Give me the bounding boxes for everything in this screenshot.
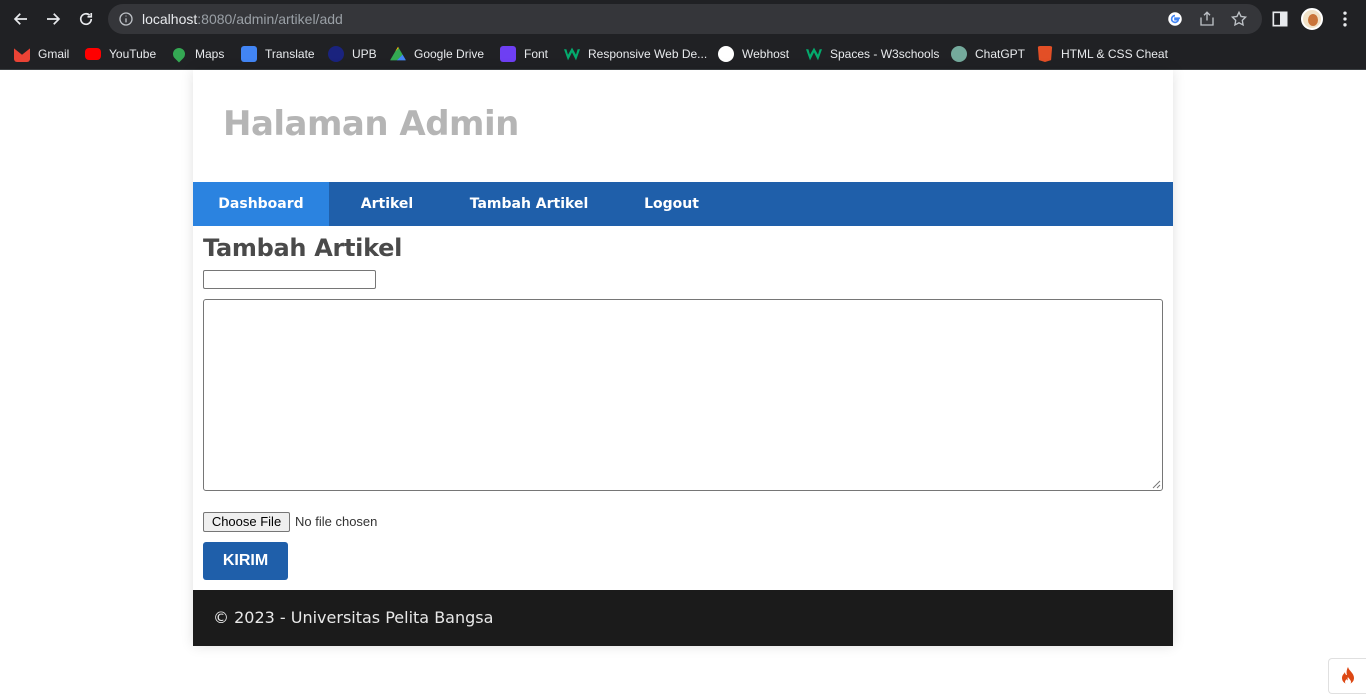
bookmark-html-css-cheat[interactable]: HTML & CSS Cheat (1037, 45, 1168, 63)
bookmark-youtube[interactable]: YouTube (85, 45, 156, 63)
bookmark-responsive-web[interactable]: Responsive Web De... (564, 45, 707, 63)
info-icon[interactable] (118, 11, 134, 27)
bookmark-webhost[interactable]: Webhost (718, 45, 789, 63)
bookmark-gmail[interactable]: Gmail (14, 45, 69, 63)
upb-icon (328, 46, 344, 62)
nav-logout[interactable]: Logout (613, 182, 730, 226)
font-icon (500, 46, 516, 62)
page-title: Halaman Admin (223, 104, 519, 144)
avatar[interactable] (1301, 8, 1323, 30)
submit-button[interactable]: KIRIM (203, 542, 288, 580)
url-host: localhost (142, 11, 198, 27)
share-icon[interactable] (1198, 10, 1216, 28)
google-icon[interactable] (1166, 10, 1184, 28)
article-title-input[interactable] (203, 270, 376, 289)
file-status-text: No file chosen (295, 514, 378, 529)
w3schools-icon (564, 47, 580, 61)
bookmark-font[interactable]: Font (500, 45, 548, 63)
reload-button[interactable] (73, 7, 99, 31)
side-panel-icon[interactable] (1270, 9, 1290, 29)
webhost-icon (718, 46, 734, 62)
w3schools-icon (806, 47, 822, 61)
drive-icon (390, 46, 406, 61)
bookmark-translate[interactable]: Translate (241, 45, 315, 63)
reload-icon (79, 12, 93, 26)
form-heading: Tambah Artikel (203, 234, 403, 262)
nav-tambah-artikel[interactable]: Tambah Artikel (445, 182, 613, 226)
youtube-icon (85, 48, 101, 60)
url-path: :8080/admin/artikel/add (197, 11, 343, 27)
bookmark-upb[interactable]: UPB (328, 45, 377, 63)
nav-artikel[interactable]: Artikel (329, 182, 445, 226)
page-footer: © 2023 - Universitas Pelita Bangsa (193, 590, 1173, 646)
url-text[interactable]: localhost:8080/admin/artikel/add (142, 11, 343, 27)
address-bar[interactable]: localhost:8080/admin/artikel/add (108, 4, 1262, 34)
back-button[interactable] (8, 7, 34, 31)
maps-icon (170, 45, 188, 63)
bookmarks-bar: Gmail YouTube Maps Translate UPB Google … (0, 38, 1366, 70)
bookmark-google-drive[interactable]: Google Drive (390, 45, 484, 63)
arrow-left-icon (13, 13, 27, 25)
page-viewport: Halaman Admin Dashboard Artikel Tambah A… (0, 70, 1366, 694)
browser-toolbar: localhost:8080/admin/artikel/add (0, 0, 1366, 38)
nav-dashboard[interactable]: Dashboard (193, 182, 329, 226)
main-nav: Dashboard Artikel Tambah Artikel Logout (193, 182, 1173, 226)
bookmark-spaces-w3schools[interactable]: Spaces - W3schools (806, 45, 939, 63)
page-container: Halaman Admin Dashboard Artikel Tambah A… (193, 70, 1173, 646)
article-body-textarea[interactable] (203, 299, 1163, 491)
forward-button[interactable] (40, 7, 66, 31)
arrow-right-icon (47, 13, 61, 25)
chatgpt-icon (951, 46, 967, 62)
flame-icon (1341, 667, 1354, 685)
html5-icon (1037, 46, 1053, 62)
star-icon[interactable] (1230, 10, 1248, 28)
kebab-menu-icon[interactable] (1335, 9, 1355, 29)
gmail-icon (14, 48, 30, 62)
bookmark-chatgpt[interactable]: ChatGPT (951, 45, 1025, 63)
choose-file-button[interactable]: Choose File (203, 512, 290, 532)
footer-text: © 2023 - Universitas Pelita Bangsa (213, 608, 494, 627)
bookmark-maps[interactable]: Maps (170, 45, 224, 63)
resize-grip-icon[interactable] (1151, 479, 1161, 489)
translate-icon (241, 46, 257, 62)
debug-toolbar-button[interactable] (1328, 658, 1366, 694)
